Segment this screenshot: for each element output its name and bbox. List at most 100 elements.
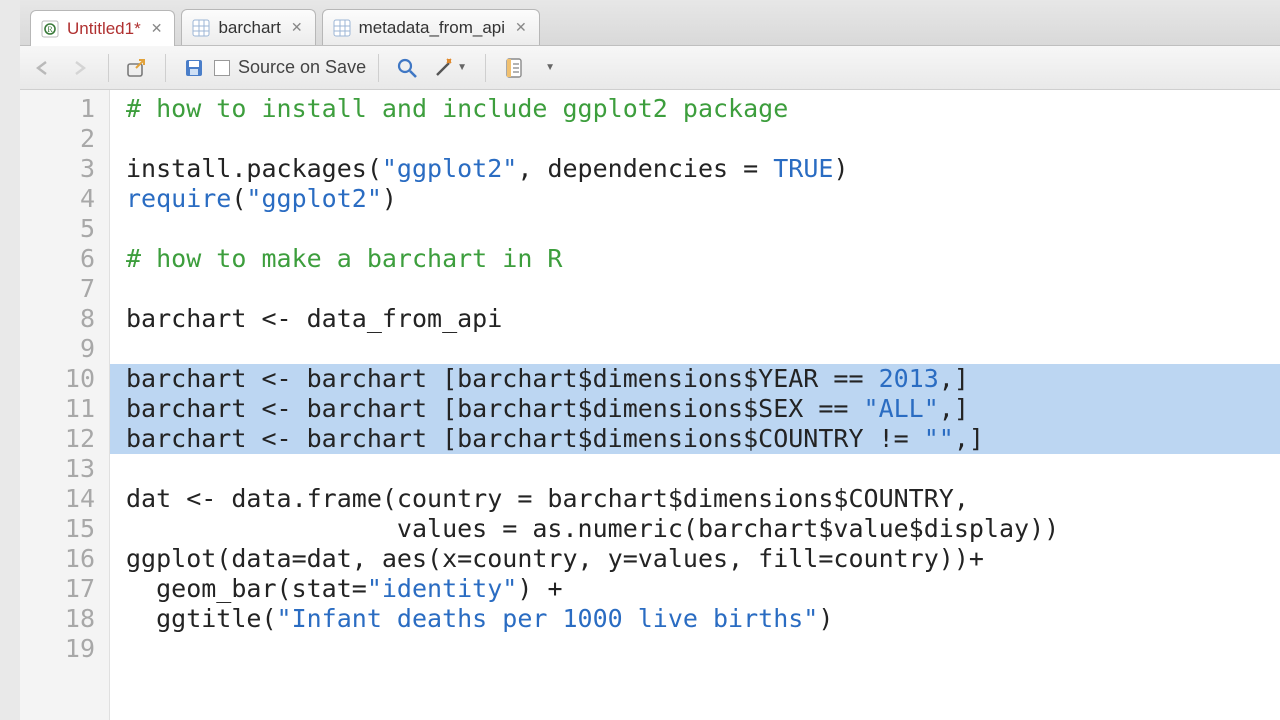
token-plain: install.packages( <box>126 154 382 183</box>
r-script-icon: R <box>41 20 59 38</box>
line-number: 6 <box>20 244 95 274</box>
token-str: "Infant deaths per 1000 live births" <box>277 604 819 633</box>
line-number: 5 <box>20 214 95 244</box>
magnifier-icon <box>396 57 418 79</box>
line-number: 17 <box>20 574 95 604</box>
code-line[interactable]: # how to install and include ggplot2 pac… <box>110 94 1280 124</box>
code-line[interactable]: barchart <- barchart [barchart$dimension… <box>110 424 1280 454</box>
line-number: 3 <box>20 154 95 184</box>
line-number: 16 <box>20 544 95 574</box>
token-plain: ) <box>818 604 833 633</box>
token-plain: barchart <- barchart [barchart$dimension… <box>126 424 924 453</box>
code-line[interactable]: values = as.numeric(barchart$value$displ… <box>110 514 1280 544</box>
line-number: 4 <box>20 184 95 214</box>
token-plain: barchart <- barchart [barchart$dimension… <box>126 364 879 393</box>
token-str: "ggplot2" <box>382 154 517 183</box>
separator <box>108 54 109 82</box>
token-num: 2013 <box>879 364 939 393</box>
separator <box>485 54 486 82</box>
line-number: 10 <box>20 364 95 394</box>
token-str: "identity" <box>367 574 518 603</box>
token-plain: ) <box>382 184 397 213</box>
editor-pane: RUntitled1*✕barchart✕metadata_from_api✕ <box>0 0 1280 720</box>
token-plain: dat <- data.frame(country = barchart$dim… <box>126 484 969 513</box>
code-line[interactable] <box>110 334 1280 364</box>
code-line[interactable] <box>110 214 1280 244</box>
code-tools-button[interactable]: ▼ <box>427 53 473 83</box>
token-plain: ,] <box>954 424 984 453</box>
code-line[interactable]: # how to make a barchart in R <box>110 244 1280 274</box>
separator <box>165 54 166 82</box>
line-number: 19 <box>20 634 95 664</box>
code-line[interactable]: ggtitle("Infant deaths per 1000 live bir… <box>110 604 1280 634</box>
token-key: require <box>126 184 231 213</box>
line-number: 14 <box>20 484 95 514</box>
magic-wand-icon <box>433 57 455 79</box>
editor-toolbar: Source on Save ▼ <box>20 46 1280 90</box>
save-button[interactable] <box>178 53 210 83</box>
token-plain: ggplot(data=dat, aes(x=country, y=values… <box>126 544 984 573</box>
code-line[interactable] <box>110 274 1280 304</box>
document-tab[interactable]: barchart✕ <box>181 9 315 45</box>
code-line[interactable] <box>110 454 1280 484</box>
token-plain: ) <box>833 154 848 183</box>
token-plain: ggtitle( <box>126 604 277 633</box>
code-line[interactable]: barchart <- barchart [barchart$dimension… <box>110 364 1280 394</box>
code-line[interactable]: dat <- data.frame(country = barchart$dim… <box>110 484 1280 514</box>
token-plain: barchart <- barchart [barchart$dimension… <box>126 394 864 423</box>
data-frame-icon <box>333 19 351 37</box>
code-line[interactable]: barchart <- barchart [barchart$dimension… <box>110 394 1280 424</box>
code-line[interactable] <box>110 634 1280 664</box>
token-str: "ALL" <box>864 394 939 423</box>
line-number: 1 <box>20 94 95 124</box>
caret-down-icon: ▼ <box>545 62 555 73</box>
caret-down-icon: ▼ <box>457 62 467 73</box>
line-number: 18 <box>20 604 95 634</box>
line-number-gutter: 12345678910111213141516171819 <box>20 90 110 720</box>
source-on-save-label: Source on Save <box>238 57 366 78</box>
document-tab[interactable]: metadata_from_api ✕ <box>322 9 540 45</box>
code-line[interactable]: require("ggplot2") <box>110 184 1280 214</box>
code-line[interactable]: geom_bar(stat="identity") + <box>110 574 1280 604</box>
find-replace-button[interactable] <box>391 53 423 83</box>
line-number: 15 <box>20 514 95 544</box>
token-plain: values = as.numeric(barchart$value$displ… <box>126 514 1059 543</box>
line-number: 8 <box>20 304 95 334</box>
separator <box>378 54 379 82</box>
token-plain: ,] <box>939 364 969 393</box>
popout-icon <box>126 58 148 78</box>
back-button[interactable] <box>28 53 60 83</box>
close-icon[interactable]: ✕ <box>515 19 527 36</box>
tab-title: metadata_from_api <box>359 18 505 38</box>
code-line[interactable]: install.packages("ggplot2", dependencies… <box>110 154 1280 184</box>
token-str: "" <box>924 424 954 453</box>
arrow-left-icon <box>34 60 54 76</box>
forward-button[interactable] <box>64 53 96 83</box>
line-number: 12 <box>20 424 95 454</box>
tab-bar: RUntitled1*✕barchart✕metadata_from_api✕ <box>20 0 1280 46</box>
code-line[interactable]: barchart <- data_from_api <box>110 304 1280 334</box>
source-on-save-toggle[interactable]: Source on Save <box>214 57 366 78</box>
token-const: TRUE <box>773 154 833 183</box>
checkbox-icon <box>214 60 230 76</box>
more-menu-button[interactable]: ▼ <box>534 53 564 83</box>
document-tab[interactable]: R Untitled1* ✕ <box>30 10 175 46</box>
token-plain: , dependencies = <box>517 154 773 183</box>
line-number: 13 <box>20 454 95 484</box>
compile-report-button[interactable] <box>498 53 530 83</box>
code-line[interactable]: ggplot(data=dat, aes(x=country, y=values… <box>110 544 1280 574</box>
tab-title: Untitled1* <box>67 19 141 39</box>
data-frame-icon <box>192 19 210 37</box>
show-in-new-window-button[interactable] <box>121 53 153 83</box>
token-plain: ) + <box>517 574 562 603</box>
token-plain: geom_bar(stat= <box>126 574 367 603</box>
floppy-disk-icon <box>184 58 204 78</box>
code-line[interactable] <box>110 124 1280 154</box>
token-plain: ( <box>231 184 246 213</box>
close-icon[interactable]: ✕ <box>291 19 303 36</box>
code-area[interactable]: # how to install and include ggplot2 pac… <box>110 90 1280 720</box>
close-icon[interactable]: ✕ <box>151 20 163 37</box>
notebook-icon <box>503 57 525 79</box>
token-str: "ggplot2" <box>246 184 381 213</box>
source-editor[interactable]: 12345678910111213141516171819 # how to i… <box>20 90 1280 720</box>
